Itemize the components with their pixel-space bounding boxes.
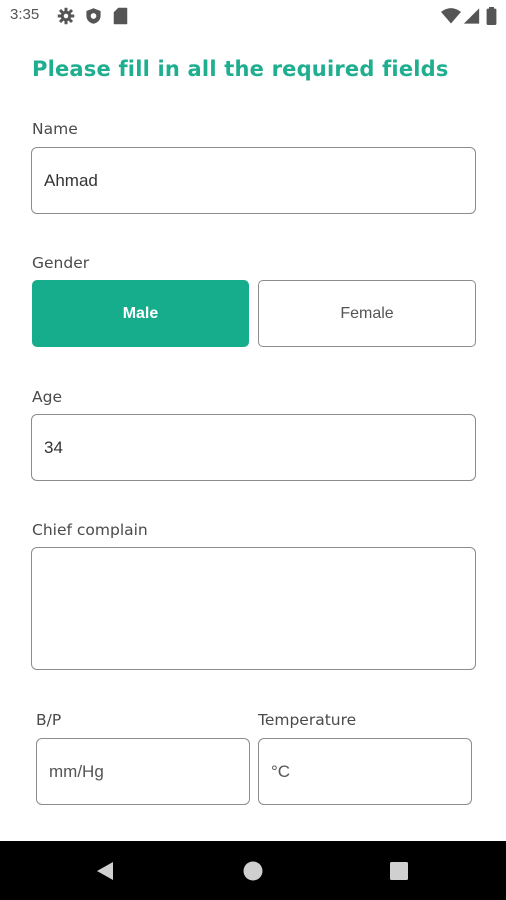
age-input-value: 34 [44,437,63,457]
status-time: 3:35 [10,6,40,23]
battery-icon [486,7,497,29]
age-input[interactable]: 34 [31,414,476,481]
navigation-bar [0,841,506,900]
name-label: Name [32,120,78,138]
gender-male-label: Male [122,304,159,322]
gender-female-button[interactable]: Female [258,280,476,347]
name-input-value: Ahmad [44,170,98,190]
form-title: Please fill in all the required fields [32,57,449,81]
bp-label: B/P [36,711,62,729]
settings-icon [57,7,75,29]
signal-icon [463,7,480,29]
temperature-input[interactable]: °C [258,738,472,805]
gender-male-button[interactable]: Male [32,280,249,347]
shield-icon [85,7,102,29]
chief-complain-label: Chief complain [32,521,148,539]
bp-input-placeholder: mm/Hg [49,761,104,781]
gender-label: Gender [32,254,90,272]
temperature-label: Temperature [258,711,357,729]
name-input[interactable]: Ahmad [31,147,476,214]
wifi-icon [441,7,461,29]
back-icon[interactable] [96,861,114,885]
temperature-input-placeholder: °C [271,761,291,781]
home-icon[interactable] [243,861,263,885]
sd-card-icon [113,7,128,29]
chief-complain-textarea[interactable] [31,547,476,670]
age-label: Age [32,388,62,406]
status-bar: 3:35 [0,0,506,34]
gender-female-label: Female [340,304,394,322]
recents-icon[interactable] [390,862,408,884]
bp-input[interactable]: mm/Hg [36,738,250,805]
